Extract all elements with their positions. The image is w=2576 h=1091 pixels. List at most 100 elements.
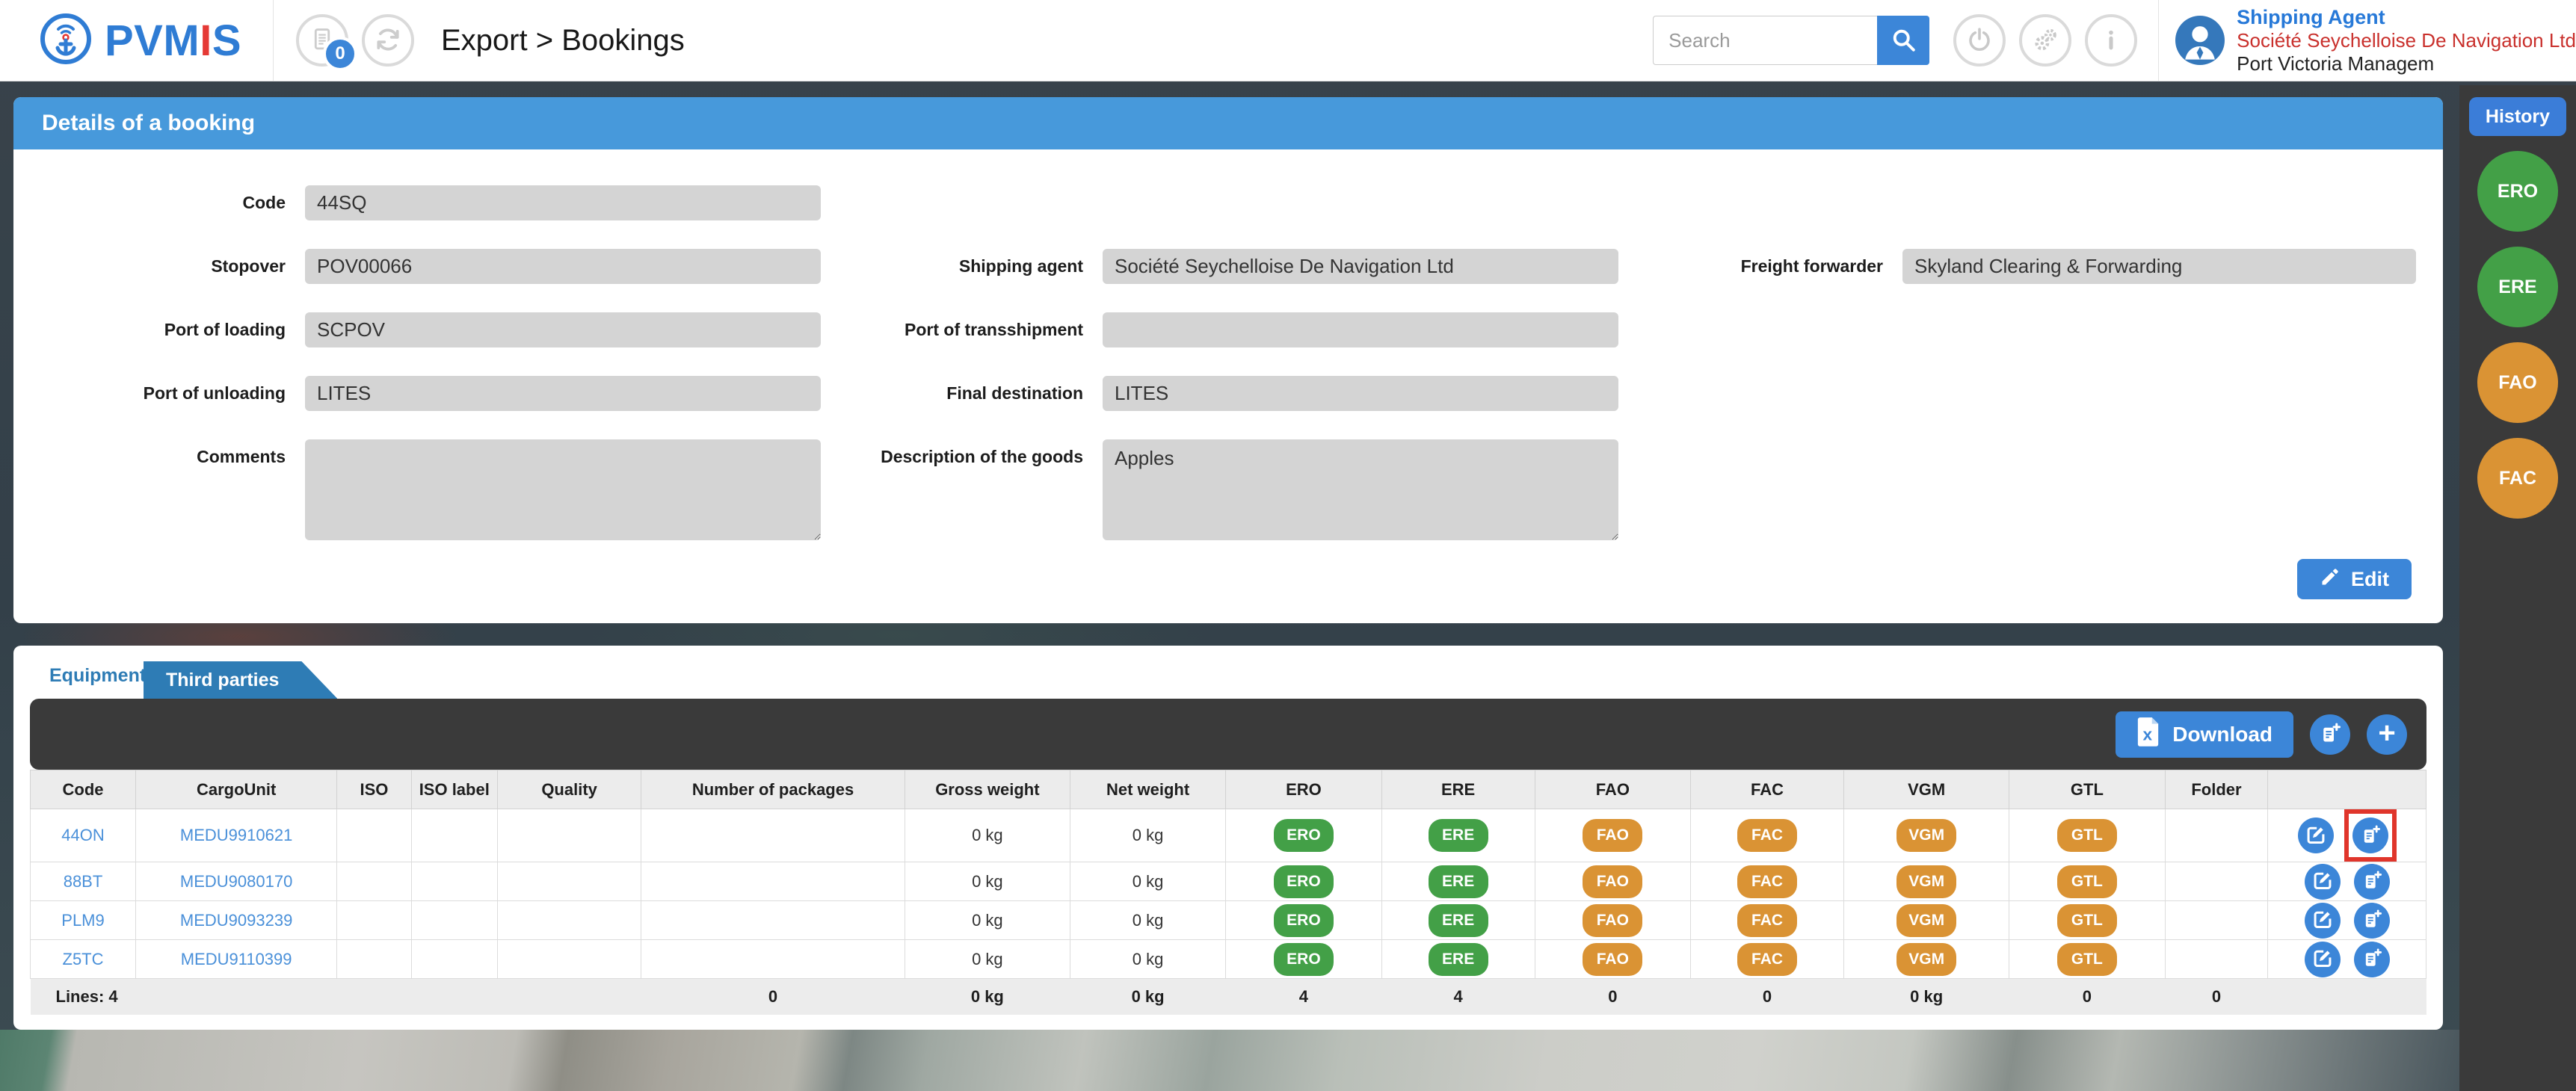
search-input[interactable] <box>1653 16 1877 65</box>
document-plus-icon <box>2361 909 2382 932</box>
ero-badge[interactable]: ERO <box>1274 943 1334 976</box>
ere-badge[interactable]: ERE <box>1429 819 1488 852</box>
fao-badge[interactable]: FAO <box>1583 819 1642 852</box>
row-add-document-button[interactable] <box>2354 864 2390 900</box>
row-edit-button[interactable] <box>2298 818 2334 853</box>
fao-badge[interactable]: FAO <box>1583 904 1642 937</box>
edit-button[interactable]: Edit <box>2297 559 2412 599</box>
cargo-unit-link[interactable]: MEDU9080170 <box>180 872 292 891</box>
cargo-units-table: Code CargoUnit ISO ISO label Quality Num… <box>30 770 2426 1015</box>
cargo-unit-link[interactable]: MEDU9910621 <box>180 826 292 844</box>
total-ero: 4 <box>1226 979 1381 1015</box>
code-link[interactable]: 44ON <box>61 826 104 844</box>
cargo-unit-link[interactable]: MEDU9110399 <box>181 950 292 968</box>
ero-badge[interactable]: ERO <box>1274 904 1334 937</box>
gtl-badge[interactable]: GTL <box>2057 819 2117 852</box>
row-edit-button[interactable] <box>2305 864 2341 900</box>
total-gtl: 0 <box>2009 979 2165 1015</box>
row-add-document-button[interactable] <box>2354 903 2390 939</box>
panel-title: Details of a booking <box>13 97 2443 149</box>
add-document-button[interactable] <box>2310 714 2350 755</box>
fac-badge[interactable]: FAC <box>1737 865 1797 898</box>
vgm-badge[interactable]: VGM <box>1896 819 1956 852</box>
third-parties-panel: Equipment Third parties x Download <box>13 646 2443 1030</box>
person-icon <box>2178 18 2222 65</box>
col-header-folder: Folder <box>2165 770 2268 809</box>
app-logo[interactable]: PVMIS <box>0 12 273 69</box>
lines-count: Lines: 4 <box>31 979 641 1015</box>
col-header-vgm: VGM <box>1844 770 2009 809</box>
document-plus-icon <box>2361 870 2382 893</box>
comments-field <box>305 439 821 540</box>
total-fao: 0 <box>1535 979 1690 1015</box>
port-of-unloading-field <box>305 376 821 411</box>
stopover-label: Stopover <box>13 256 305 276</box>
row-edit-button[interactable] <box>2305 903 2341 939</box>
history-button[interactable]: History <box>2469 97 2566 136</box>
booking-form: Code Stopover Shipping agent Freight for… <box>13 149 2443 540</box>
user-avatar[interactable] <box>2175 16 2225 65</box>
download-button[interactable]: x Download <box>2116 711 2293 758</box>
final-destination-label: Final destination <box>821 383 1103 404</box>
code-link[interactable]: Z5TC <box>63 950 104 968</box>
gtl-badge[interactable]: GTL <box>2057 943 2117 976</box>
document-plus-icon <box>2360 824 2381 847</box>
ero-badge[interactable]: ERO <box>1274 865 1334 898</box>
row-add-document-button[interactable] <box>2352 818 2388 853</box>
gtl-badge[interactable]: GTL <box>2057 904 2117 937</box>
add-row-button[interactable]: + <box>2367 714 2407 755</box>
code-label: Code <box>13 193 305 213</box>
tab-equipment[interactable]: Equipment <box>49 665 146 687</box>
edit-square-icon <box>2305 824 2326 847</box>
cargo-unit-link[interactable]: MEDU9093239 <box>180 911 292 930</box>
vgm-badge[interactable]: VGM <box>1896 943 1956 976</box>
gear-icon <box>2032 26 2059 55</box>
fao-badge[interactable]: FAO <box>1583 943 1642 976</box>
search-box <box>1653 16 1929 65</box>
documents-button[interactable]: 0 <box>296 14 348 67</box>
code-link[interactable]: 88BT <box>64 872 103 891</box>
sidebar-badge-ero[interactable]: ERO <box>2477 151 2558 232</box>
table-row: 88BT MEDU9080170 0 kg 0 kg ERO ERE FAO F… <box>31 862 2426 901</box>
sidebar-badge-ere[interactable]: ERE <box>2477 247 2558 327</box>
ere-badge[interactable]: ERE <box>1429 865 1488 898</box>
code-link[interactable]: PLM9 <box>61 911 104 930</box>
svg-text:x: x <box>2143 725 2153 744</box>
ere-badge[interactable]: ERE <box>1429 943 1488 976</box>
row-add-document-button[interactable] <box>2354 942 2390 977</box>
fao-badge[interactable]: FAO <box>1583 865 1642 898</box>
fac-badge[interactable]: FAC <box>1737 819 1797 852</box>
total-packages: 0 <box>641 979 905 1015</box>
col-header-code: Code <box>31 770 136 809</box>
total-gross-weight: 0 kg <box>905 979 1070 1015</box>
col-header-fac: FAC <box>1690 770 1843 809</box>
vgm-badge[interactable]: VGM <box>1896 904 1956 937</box>
total-net-weight: 0 kg <box>1070 979 1225 1015</box>
final-destination-field <box>1103 376 1618 411</box>
page-title: Export > Bookings <box>441 24 685 58</box>
search-button[interactable] <box>1877 16 1929 65</box>
row-edit-button[interactable] <box>2305 942 2341 977</box>
sidebar-badge-fac[interactable]: FAC <box>2477 438 2558 519</box>
fac-badge[interactable]: FAC <box>1737 904 1797 937</box>
ero-badge[interactable]: ERO <box>1274 819 1334 852</box>
document-plus-icon <box>2361 948 2382 971</box>
refresh-button[interactable] <box>362 14 414 67</box>
refresh-icon <box>374 25 402 56</box>
search-icon <box>1890 26 1917 55</box>
ere-badge[interactable]: ERE <box>1429 904 1488 937</box>
documents-count-badge: 0 <box>323 37 357 71</box>
logout-button[interactable] <box>1953 14 2006 67</box>
sidebar-badge-fao[interactable]: FAO <box>2477 342 2558 423</box>
info-button[interactable] <box>2085 14 2137 67</box>
gtl-badge[interactable]: GTL <box>2057 865 2117 898</box>
tab-third-parties[interactable]: Third parties <box>144 661 337 699</box>
table-footer-row: Lines: 4 0 0 kg 0 kg 4 4 0 0 0 kg 0 0 <box>31 979 2426 1015</box>
vgm-badge[interactable]: VGM <box>1896 865 1956 898</box>
pencil-icon <box>2320 566 2341 593</box>
settings-button[interactable] <box>2019 14 2071 67</box>
edit-square-icon <box>2312 948 2333 971</box>
freight-forwarder-label: Freight forwarder <box>1618 256 1902 276</box>
fac-badge[interactable]: FAC <box>1737 943 1797 976</box>
port-of-transshipment-field <box>1103 312 1618 347</box>
